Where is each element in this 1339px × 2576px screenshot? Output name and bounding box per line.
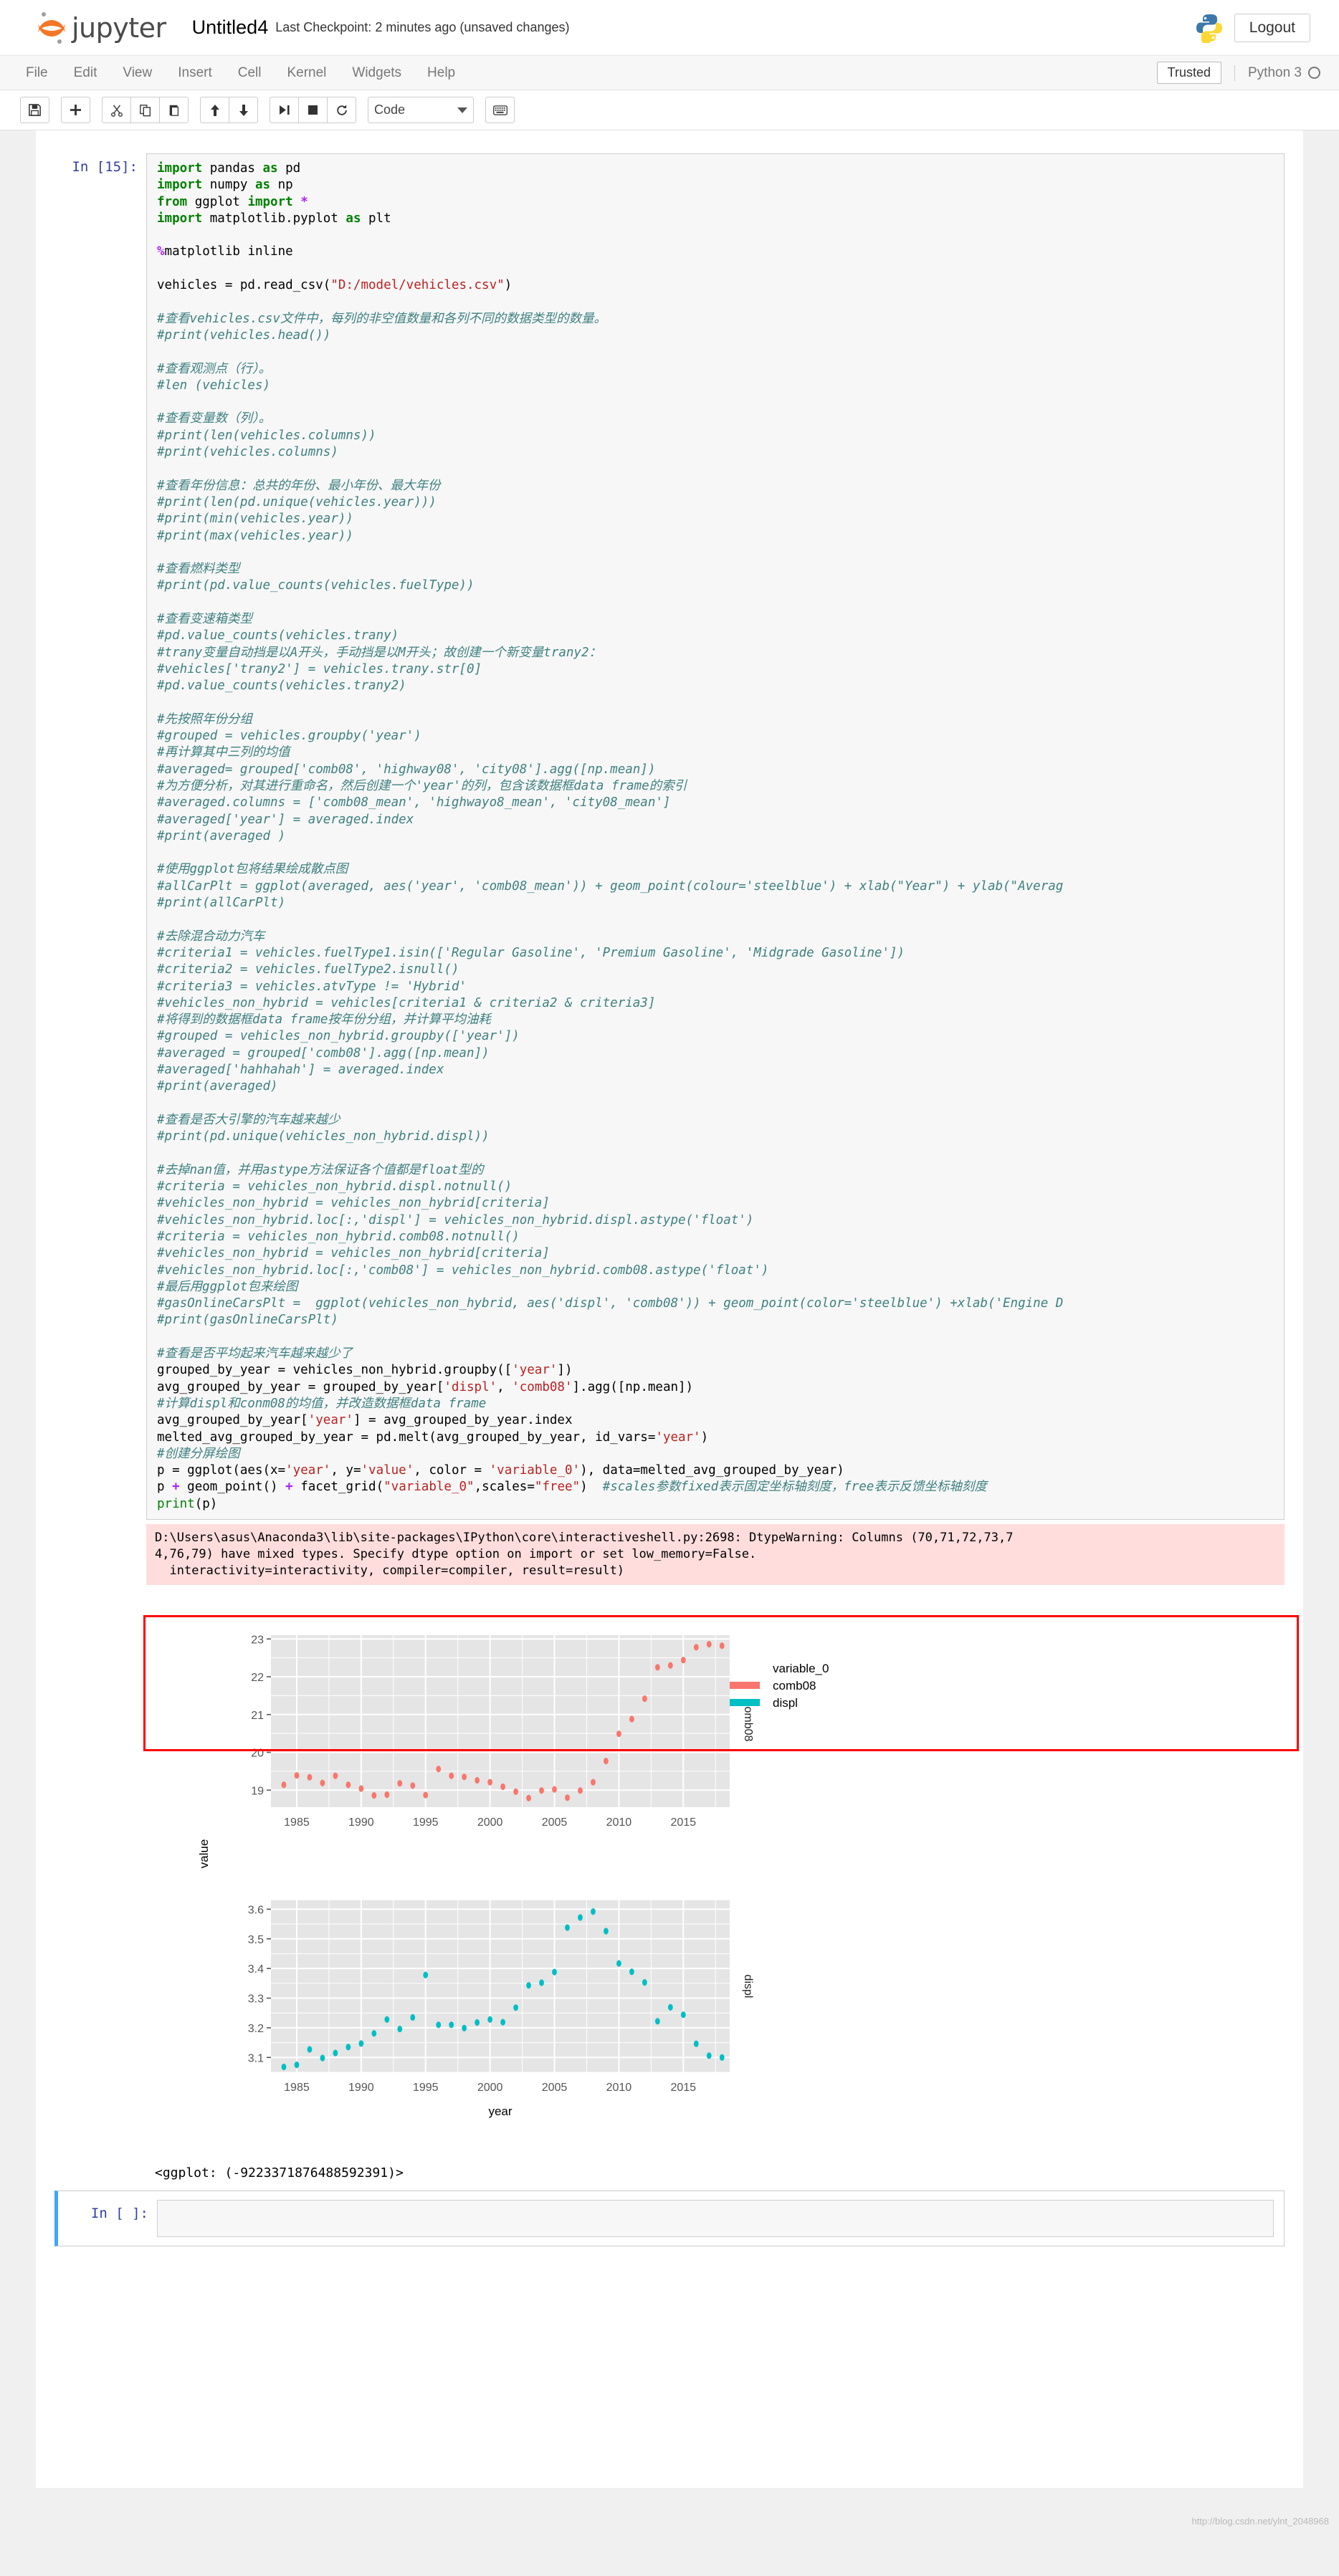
svg-text:displ: displ xyxy=(773,1696,798,1710)
command-palette-button[interactable] xyxy=(485,97,515,123)
interrupt-kernel-button[interactable] xyxy=(298,97,328,123)
warning-line-1: D:\Users\asus\Anaconda3\lib\site-package… xyxy=(155,1531,1014,1546)
kernel-name-label: Python 3 xyxy=(1248,64,1302,80)
svg-text:1995: 1995 xyxy=(413,2082,439,2094)
cell-type-value: Code xyxy=(374,102,406,117)
notebook-title[interactable]: Untitled4 xyxy=(192,16,269,39)
svg-text:1990: 1990 xyxy=(348,2082,374,2094)
svg-text:3.6: 3.6 xyxy=(248,1904,264,1916)
kernel-idle-icon xyxy=(1308,67,1320,79)
svg-text:20: 20 xyxy=(251,1748,264,1760)
svg-text:2015: 2015 xyxy=(670,2082,696,2094)
svg-text:23: 23 xyxy=(251,1634,264,1646)
svg-text:1990: 1990 xyxy=(348,1816,374,1829)
move-cell-up-button[interactable] xyxy=(200,97,229,123)
svg-text:3.1: 3.1 xyxy=(248,2052,264,2064)
watermark-text: http://blog.csdn.net/ylnt_2048968 xyxy=(1191,2516,1329,2527)
ggplot-facet-figure: 19 20 21 22 23 1985 1990 1995 2000 2005 2010 2015 co… xyxy=(163,1592,923,2159)
svg-text:1985: 1985 xyxy=(284,2082,310,2094)
plot-prompt-spacer xyxy=(54,1592,146,2158)
svg-text:2005: 2005 xyxy=(542,2082,568,2094)
copy-button[interactable] xyxy=(130,97,160,123)
warning-line-2: 4,76,79) have mixed types. Specify dtype… xyxy=(155,1547,757,1562)
svg-text:19: 19 xyxy=(251,1785,264,1797)
jupyter-logo[interactable]: jupyter xyxy=(36,10,166,46)
chevron-down-icon xyxy=(457,107,467,113)
source-code[interactable]: import pandas as pd import numpy as np f… xyxy=(157,161,1275,1513)
svg-text:21: 21 xyxy=(251,1710,264,1722)
dtype-warning-output: D:\Users\asus\Anaconda3\lib\site-package… xyxy=(146,1524,1285,1586)
output-prompt-spacer xyxy=(54,1524,146,1588)
menu-kernel[interactable]: Kernel xyxy=(274,56,339,90)
svg-text:variable_0: variable_0 xyxy=(773,1662,829,1675)
menu-cell[interactable]: Cell xyxy=(225,56,275,90)
restart-kernel-button[interactable] xyxy=(327,97,356,123)
insert-cell-below-button[interactable] xyxy=(61,97,90,123)
ggplot-repr-output: <ggplot: (-9223371876488592391)> xyxy=(155,2165,404,2181)
empty-source-code[interactable] xyxy=(168,2207,1264,2223)
cell-output-warning-row: D:\Users\asus\Anaconda3\lib\site-package… xyxy=(36,1524,1303,1588)
menu-edit[interactable]: Edit xyxy=(61,56,110,90)
svg-text:3.2: 3.2 xyxy=(248,2023,264,2035)
move-cell-down-button[interactable] xyxy=(229,97,258,123)
cell-output-plot-row: 19 20 21 22 23 1985 1990 1995 2000 2005 2010 2015 co… xyxy=(36,1588,1303,2159)
jupyter-mark-icon xyxy=(36,10,67,46)
menu-bar: File Edit View Insert Cell Kernel Widget… xyxy=(0,56,1339,90)
menu-insert[interactable]: Insert xyxy=(165,56,225,90)
svg-text:year: year xyxy=(488,2105,512,2118)
code-editor[interactable]: import pandas as pd import numpy as np f… xyxy=(146,153,1285,1521)
svg-text:1995: 1995 xyxy=(413,1816,439,1829)
empty-cell-prompt: In [ ]: xyxy=(90,2206,148,2222)
svg-text:comb08: comb08 xyxy=(773,1679,816,1692)
menu-file[interactable]: File xyxy=(13,56,61,90)
cell-type-select[interactable]: Code xyxy=(368,97,474,123)
notebook-body: In [15]: import pandas as pd import nump… xyxy=(0,130,1339,2576)
kernel-indicator[interactable]: Python 3 xyxy=(1234,64,1320,81)
svg-text:22: 22 xyxy=(251,1672,264,1684)
svg-text:2000: 2000 xyxy=(477,1816,503,1829)
svg-text:2010: 2010 xyxy=(606,1816,632,1829)
repr-prompt-spacer xyxy=(54,2158,146,2183)
notebook-header: jupyter Untitled4 Last Checkpoint: 2 min… xyxy=(0,0,1339,56)
svg-text:comb08: comb08 xyxy=(742,1701,754,1742)
menu-help[interactable]: Help xyxy=(414,56,468,90)
svg-text:2015: 2015 xyxy=(670,1816,696,1829)
warning-line-3: interactivity=interactivity, compiler=co… xyxy=(155,1564,625,1579)
paste-button[interactable] xyxy=(159,97,189,123)
menu-view[interactable]: View xyxy=(110,56,165,90)
svg-text:3.5: 3.5 xyxy=(248,1934,264,1946)
run-cell-button[interactable] xyxy=(270,97,299,123)
empty-code-editor[interactable] xyxy=(157,2200,1274,2238)
notebook-toolbar: Code xyxy=(0,90,1339,130)
checkpoint-status: Last Checkpoint: 2 minutes ago (unsaved … xyxy=(275,20,570,34)
cut-button[interactable] xyxy=(102,97,131,123)
save-button[interactable] xyxy=(20,97,49,123)
code-cell[interactable]: In [15]: import pandas as pd import nump… xyxy=(36,146,1303,1751)
jupyter-wordmark: jupyter xyxy=(72,11,166,44)
svg-text:3.3: 3.3 xyxy=(248,1993,264,2006)
empty-code-cell[interactable]: In [ ]: xyxy=(54,2190,1285,2247)
svg-text:2010: 2010 xyxy=(606,2082,632,2094)
svg-text:3.4: 3.4 xyxy=(248,1963,264,1976)
logout-button[interactable]: Logout xyxy=(1234,13,1310,42)
facet-scatter-chart: 19 20 21 22 23 1985 1990 1995 2000 2005 2010 2015 co… xyxy=(197,1634,829,2118)
cell-output-repr-row: <ggplot: (-9223371876488592391)> xyxy=(36,2158,1303,2183)
notebook-container: In [15]: import pandas as pd import nump… xyxy=(36,130,1303,2488)
cell-execution-prompt: In [15]: xyxy=(72,159,138,175)
svg-text:1985: 1985 xyxy=(284,1816,310,1829)
svg-text:2000: 2000 xyxy=(477,2082,503,2094)
svg-text:2005: 2005 xyxy=(542,1816,568,1829)
trusted-badge[interactable]: Trusted xyxy=(1156,62,1221,84)
menu-widgets[interactable]: Widgets xyxy=(339,56,414,90)
python-logo-icon xyxy=(1194,13,1224,44)
svg-text:value: value xyxy=(197,1839,211,1869)
svg-text:displ: displ xyxy=(742,1975,754,1998)
